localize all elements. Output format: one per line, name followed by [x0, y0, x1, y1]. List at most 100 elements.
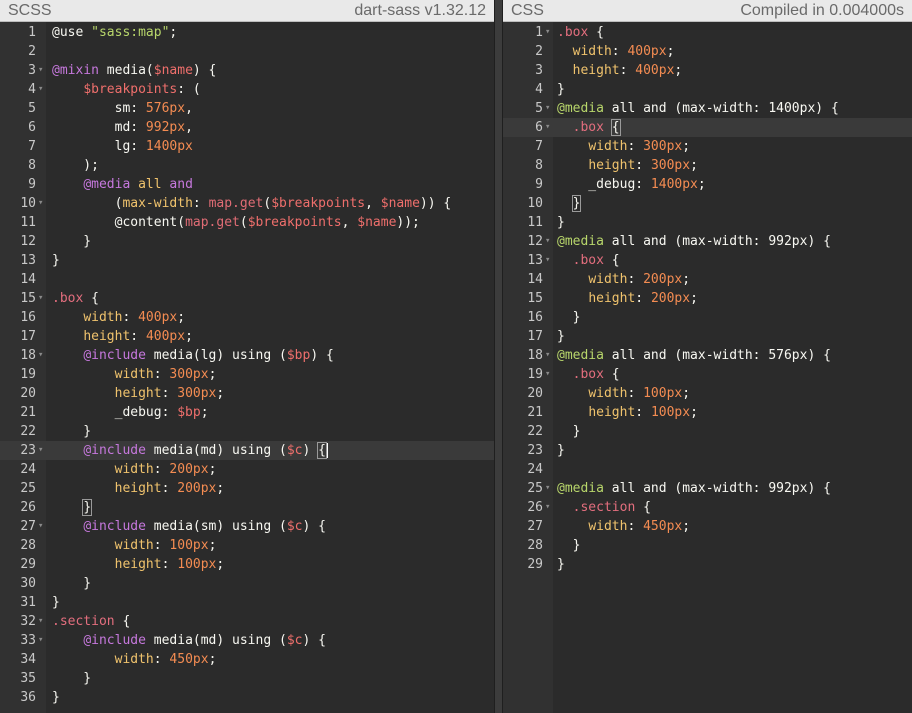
code-token: .section — [52, 614, 115, 629]
fold-arrow-icon[interactable]: ▾ — [545, 346, 550, 365]
code-line[interactable]: 25 ▾ @media all and (max-width: 992px) { — [503, 479, 912, 498]
fold-arrow-icon[interactable]: ▾ — [545, 23, 550, 42]
code-token: 300px — [177, 386, 217, 401]
fold-arrow-icon[interactable]: ▾ — [38, 612, 43, 631]
code-token: 200px — [643, 272, 683, 287]
code-line[interactable]: 17 height: 400px; — [0, 327, 494, 346]
code-line[interactable]: 7 lg: 1400px — [0, 137, 494, 156]
fold-arrow-icon[interactable]: ▾ — [545, 99, 550, 118]
code-line[interactable]: 4 ▾ $breakpoints: ( — [0, 80, 494, 99]
code-line[interactable]: 28 width: 100px; — [0, 536, 494, 555]
fold-arrow-icon[interactable]: ▾ — [545, 498, 550, 517]
code-line[interactable]: 20 height: 300px; — [0, 384, 494, 403]
code-line[interactable]: 26 ▾ .section { — [503, 498, 912, 517]
line-number: 18 — [20, 348, 36, 363]
css-output-pane[interactable]: CSS Compiled in 0.004000s 1 ▾ .box {2 widt… — [503, 0, 912, 713]
code-line[interactable]: 19 width: 300px; — [0, 365, 494, 384]
fold-arrow-icon[interactable]: ▾ — [38, 441, 43, 460]
code-line[interactable]: 27 width: 450px; — [503, 517, 912, 536]
code-line[interactable]: 14 width: 200px; — [503, 270, 912, 289]
code-token: ) — [302, 443, 319, 458]
code-line[interactable]: 11} — [503, 213, 912, 232]
code-line[interactable]: 10 } — [503, 194, 912, 213]
fold-arrow-icon[interactable]: ▾ — [38, 194, 43, 213]
code-line[interactable]: 3 ▾ @mixin media($name) { — [0, 61, 494, 80]
code-line[interactable]: 16 } — [503, 308, 912, 327]
code-line[interactable]: 34 width: 450px; — [0, 650, 494, 669]
code-line[interactable]: 27 ▾ @include media(sm) using ($c) { — [0, 517, 494, 536]
code-text: @media all and (max-width: 992px) { — [557, 232, 831, 251]
code-line[interactable]: 29 height: 100px; — [0, 555, 494, 574]
code-line[interactable]: 18 ▾ @media all and (max-width: 576px) { — [503, 346, 912, 365]
code-text: md: 992px, — [52, 118, 193, 137]
code-line[interactable]: 11 @content(map.get($breakpoints, $name)… — [0, 213, 494, 232]
code-line[interactable]: 23} — [503, 441, 912, 460]
code-line[interactable]: 10 ▾ (max-width: map.get($breakpoints, $n… — [0, 194, 494, 213]
code-line[interactable]: 28 } — [503, 536, 912, 555]
fold-arrow-icon[interactable]: ▾ — [38, 517, 43, 536]
code-line[interactable]: 1 ▾ .box { — [503, 23, 912, 42]
code-line[interactable]: 24 width: 200px; — [0, 460, 494, 479]
code-line[interactable]: 1 @use "sass:map"; — [0, 23, 494, 42]
code-line[interactable]: 6 ▾ .box { — [503, 118, 912, 137]
code-line[interactable]: 8 ); — [0, 156, 494, 175]
fold-arrow-icon[interactable]: ▾ — [545, 118, 550, 137]
code-line[interactable]: 2 — [0, 42, 494, 61]
code-line[interactable]: 2 width: 400px; — [503, 42, 912, 61]
fold-arrow-icon[interactable]: ▾ — [38, 289, 43, 308]
code-line[interactable]: 3 height: 400px; — [503, 61, 912, 80]
code-line[interactable]: 16 width: 400px; — [0, 308, 494, 327]
code-line[interactable]: 13} — [0, 251, 494, 270]
css-code-area[interactable]: 1 ▾ .box {2 width: 400px; 3 height: 400px; 4… — [503, 22, 912, 713]
line-number: 23 — [20, 443, 36, 458]
code-line[interactable]: 36} — [0, 688, 494, 707]
fold-arrow-icon[interactable]: ▾ — [545, 232, 550, 251]
code-line[interactable]: 12 ▾ @media all and (max-width: 992px) { — [503, 232, 912, 251]
code-line[interactable]: 19 ▾ .box { — [503, 365, 912, 384]
code-line[interactable]: 25 height: 200px; — [0, 479, 494, 498]
code-line[interactable]: 15 ▾ .box { — [0, 289, 494, 308]
code-line[interactable]: 21 _debug: $bp; — [0, 403, 494, 422]
code-line[interactable]: 22 } — [503, 422, 912, 441]
code-line[interactable]: 8 height: 300px; — [503, 156, 912, 175]
code-line[interactable]: 35 } — [0, 669, 494, 688]
code-token: media(md) using ( — [145, 633, 287, 648]
fold-arrow-icon[interactable]: ▾ — [545, 251, 550, 270]
fold-arrow-icon[interactable]: ▾ — [38, 631, 43, 650]
code-line[interactable]: 23 ▾ @include media(md) using ($c) { — [0, 441, 494, 460]
code-line[interactable]: 4} — [503, 80, 912, 99]
code-line[interactable]: 12 } — [0, 232, 494, 251]
code-line[interactable]: 7 width: 300px; — [503, 137, 912, 156]
code-line[interactable]: 9 _debug: 1400px; — [503, 175, 912, 194]
code-line[interactable]: 5 ▾ @media all and (max-width: 1400px) { — [503, 99, 912, 118]
fold-arrow-icon[interactable]: ▾ — [38, 80, 43, 99]
code-line[interactable]: 17} — [503, 327, 912, 346]
fold-arrow-icon[interactable]: ▾ — [545, 365, 550, 384]
fold-arrow-icon[interactable]: ▾ — [38, 346, 43, 365]
code-line[interactable]: 13 ▾ .box { — [503, 251, 912, 270]
code-line[interactable]: 30 } — [0, 574, 494, 593]
pane-resize-handle[interactable] — [494, 0, 503, 713]
code-line[interactable]: 6 md: 992px, — [0, 118, 494, 137]
code-line[interactable]: 20 width: 100px; — [503, 384, 912, 403]
code-line[interactable]: 24 — [503, 460, 912, 479]
code-line[interactable]: 22 } — [0, 422, 494, 441]
code-line[interactable]: 5 sm: 576px, — [0, 99, 494, 118]
code-line[interactable]: 15 height: 200px; — [503, 289, 912, 308]
scss-editor-pane[interactable]: SCSS dart-sass v1.32.12 1 @use "sass:map"… — [0, 0, 494, 713]
code-line[interactable]: 9 @media all and — [0, 175, 494, 194]
scss-code-area[interactable]: 1 @use "sass:map"; 2 3 ▾ @mixin media($name) … — [0, 22, 494, 713]
code-line[interactable]: 26 } — [0, 498, 494, 517]
line-number: 27 — [20, 519, 36, 534]
code-line[interactable]: 14 — [0, 270, 494, 289]
fold-arrow-icon[interactable]: ▾ — [38, 61, 43, 80]
line-number: 3 — [535, 63, 543, 78]
code-line[interactable]: 18 ▾ @include media(lg) using ($bp) { — [0, 346, 494, 365]
fold-arrow-icon[interactable]: ▾ — [545, 479, 550, 498]
code-line[interactable]: 31} — [0, 593, 494, 612]
code-line[interactable]: 32 ▾ .section { — [0, 612, 494, 631]
code-line[interactable]: 29} — [503, 555, 912, 574]
code-line[interactable]: 21 height: 100px; — [503, 403, 912, 422]
code-line[interactable]: 33 ▾ @include media(md) using ($c) { — [0, 631, 494, 650]
